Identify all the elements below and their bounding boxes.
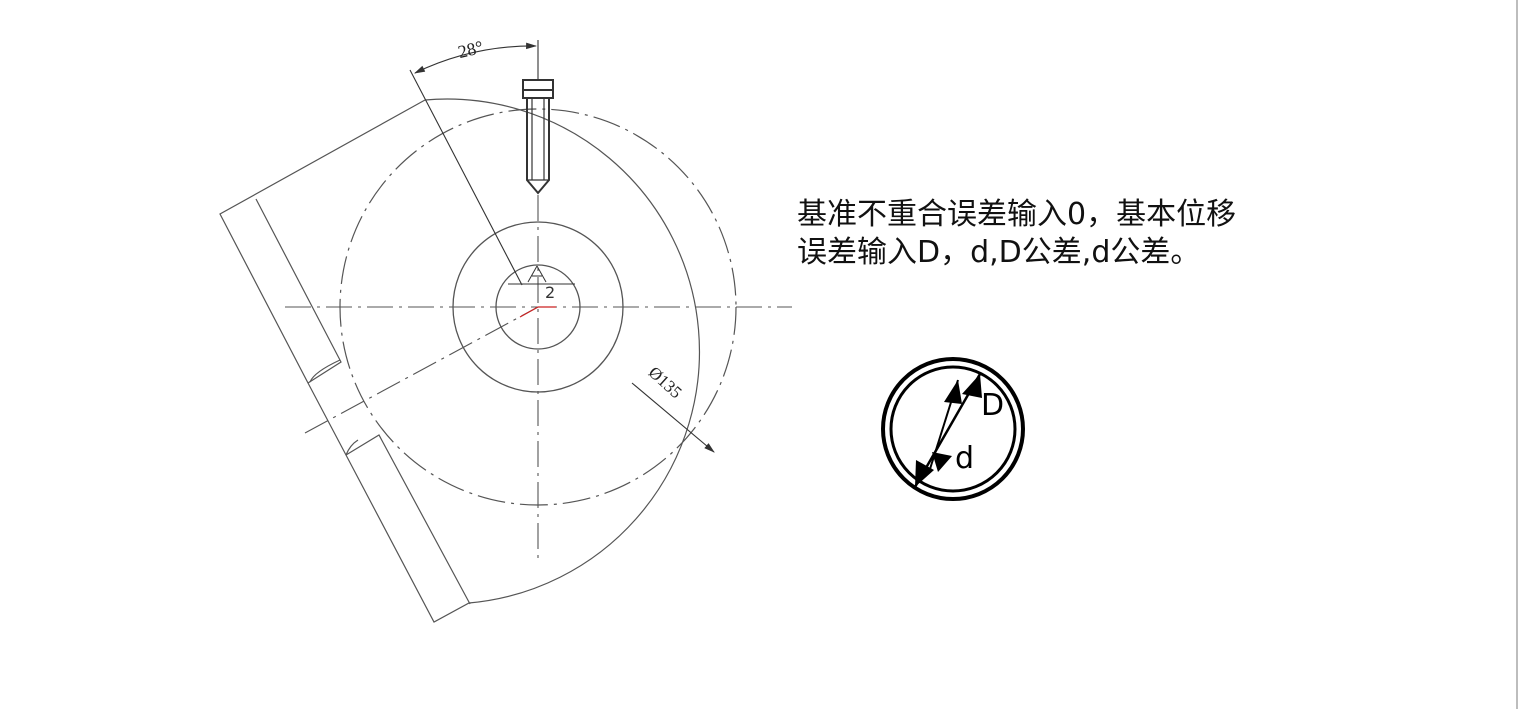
inset-label-d-inner: d xyxy=(955,441,974,476)
drawing-canvas: 28° 2 Ø135 D d xyxy=(219,37,1025,623)
inset-circle-diagram xyxy=(881,357,1025,501)
page-edge xyxy=(1516,0,1518,709)
angle-dimension xyxy=(409,40,539,286)
offset-label: 2 xyxy=(545,283,555,302)
set-screw xyxy=(522,79,554,195)
annotation-line-1: 基准不重合误差输入0，基本位移 xyxy=(797,197,1237,232)
annotation-text: 基准不重合误差输入0，基本位移 误差输入D，d,D公差,d公差。 xyxy=(797,196,1236,272)
annotation-line-2: 误差输入D，d,D公差,d公差。 xyxy=(797,235,1201,270)
inset-label-d-outer: D xyxy=(981,388,1004,423)
angle-label: 28° xyxy=(456,37,485,63)
center-lines xyxy=(285,195,792,562)
diameter-label: Ø135 xyxy=(645,363,686,402)
part-outline xyxy=(219,98,701,623)
